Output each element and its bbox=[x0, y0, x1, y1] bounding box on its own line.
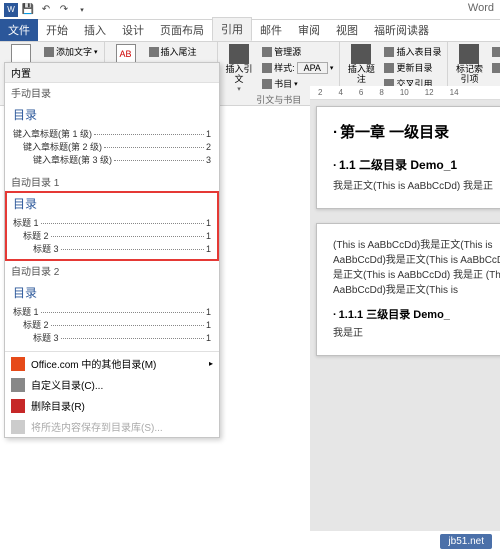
mark-index-button[interactable]: 标记索引项 bbox=[452, 44, 486, 85]
toc-save-gallery: 将所选内容保存到目录库(S)... bbox=[5, 416, 219, 437]
custom-toc-icon bbox=[11, 378, 25, 392]
style-icon bbox=[262, 63, 272, 73]
save-icon[interactable]: 💾 bbox=[20, 2, 36, 18]
insert-tof-button[interactable]: 插入表目录 bbox=[382, 44, 443, 59]
insert-endnote-button[interactable]: 插入尾注 bbox=[147, 44, 214, 59]
toc-option-manual-label: 手动目录 bbox=[5, 83, 219, 102]
tab-file[interactable]: 文件 bbox=[0, 19, 38, 41]
update-index-button[interactable]: 更新索引 bbox=[490, 60, 500, 75]
app-title: Word bbox=[468, 2, 494, 14]
heading-1[interactable]: 第一章 一级目录 bbox=[333, 121, 500, 142]
tab-view[interactable]: 视图 bbox=[328, 19, 366, 41]
toc-option-auto1[interactable]: 目录 标题 11 标题 21 标题 31 bbox=[5, 191, 219, 261]
tab-home[interactable]: 开始 bbox=[38, 19, 76, 41]
redo-icon[interactable]: ↷ bbox=[56, 2, 72, 18]
add-text-icon bbox=[44, 47, 54, 57]
toc-option-auto2-label: 自动目录 2 bbox=[5, 261, 219, 280]
update-icon bbox=[384, 63, 394, 73]
heading-3[interactable]: 1.1.1 三级目录 Demo_ bbox=[333, 306, 500, 322]
toc-dropdown-menu: 内置 手动目录 目录 键入章标题(第 1 级)1 键入章标题(第 2 级)2 键… bbox=[4, 62, 220, 438]
citation-style-dropdown[interactable]: 样式: APA ▾ bbox=[260, 60, 335, 75]
office-icon bbox=[11, 357, 25, 371]
toc-icon bbox=[11, 44, 31, 64]
manage-sources-button[interactable]: 管理源 bbox=[260, 44, 335, 59]
qat-more-icon[interactable]: ▾ bbox=[74, 2, 90, 18]
ribbon-tabs: 文件 开始 插入 设计 页面布局 引用 邮件 审阅 视图 福昕阅读器 bbox=[0, 20, 500, 42]
toc-remove[interactable]: 删除目录(R) bbox=[5, 395, 219, 416]
add-text-button[interactable]: 添加文字 ▾ bbox=[42, 44, 100, 59]
toc-option-auto1-label: 自动目录 1 bbox=[5, 172, 219, 191]
endnote-icon bbox=[149, 47, 159, 57]
body-text[interactable]: (This is AaBbCcDd)我是正文(This is AaBbCcDd)… bbox=[333, 238, 500, 298]
tab-foxit[interactable]: 福昕阅读器 bbox=[366, 19, 437, 41]
update-caption-button[interactable]: 更新目录 bbox=[382, 60, 443, 75]
tab-review[interactable]: 审阅 bbox=[290, 19, 328, 41]
body-text[interactable]: 我是正文(This is AaBbCcDd) 我是正 bbox=[333, 179, 500, 194]
word-icon: W bbox=[4, 3, 18, 17]
toc-custom[interactable]: 自定义目录(C)... bbox=[5, 374, 219, 395]
document-area[interactable]: 第一章 一级目录 1.1 二级目录 Demo_1 我是正文(This is Aa… bbox=[310, 100, 500, 531]
caption-icon bbox=[351, 44, 371, 64]
quick-access-toolbar: W 💾 ↶ ↷ ▾ bbox=[4, 2, 90, 18]
save-gallery-icon bbox=[11, 420, 25, 434]
watermark: jb51.net bbox=[440, 534, 492, 549]
heading-2[interactable]: 1.1 二级目录 Demo_1 bbox=[333, 156, 500, 173]
toc-option-auto2[interactable]: 目录 标题 11 标题 21 标题 31 bbox=[5, 280, 219, 350]
toc-section-builtin: 内置 bbox=[5, 63, 219, 83]
citation-icon bbox=[229, 44, 249, 64]
footnote-icon: AB bbox=[116, 44, 136, 64]
manage-sources-icon bbox=[262, 47, 272, 57]
tab-design[interactable]: 设计 bbox=[114, 19, 152, 41]
insert-citation-button[interactable]: 插入引文 ▾ bbox=[222, 44, 256, 93]
update-index-icon bbox=[492, 63, 500, 73]
tab-insert[interactable]: 插入 bbox=[76, 19, 114, 41]
insert-caption-button[interactable]: 插入题注 bbox=[344, 44, 378, 85]
page-2[interactable]: (This is AaBbCcDd)我是正文(This is AaBbCcDd)… bbox=[316, 223, 500, 356]
index-icon bbox=[459, 44, 479, 64]
remove-toc-icon bbox=[11, 399, 25, 413]
body-text[interactable]: 我是正 bbox=[333, 326, 500, 341]
toc-option-manual[interactable]: 目录 键入章标题(第 1 级)1 键入章标题(第 2 级)2 键入章标题(第 3… bbox=[5, 102, 219, 172]
horizontal-ruler[interactable]: 2 4 6 8 10 12 14 bbox=[310, 86, 500, 100]
insert-index-icon bbox=[492, 47, 500, 57]
undo-icon[interactable]: ↶ bbox=[38, 2, 54, 18]
toc-office-more[interactable]: Office.com 中的其他目录(M)▸ bbox=[5, 353, 219, 374]
chevron-down-icon: ▾ bbox=[237, 85, 241, 93]
tof-icon bbox=[384, 47, 394, 57]
insert-index-button[interactable]: 插入索引 bbox=[490, 44, 500, 59]
tab-mail[interactable]: 邮件 bbox=[252, 19, 290, 41]
biblio-icon bbox=[262, 79, 272, 89]
tab-layout[interactable]: 页面布局 bbox=[152, 19, 212, 41]
page-1[interactable]: 第一章 一级目录 1.1 二级目录 Demo_1 我是正文(This is Aa… bbox=[316, 106, 500, 209]
tab-references[interactable]: 引用 bbox=[212, 17, 252, 41]
